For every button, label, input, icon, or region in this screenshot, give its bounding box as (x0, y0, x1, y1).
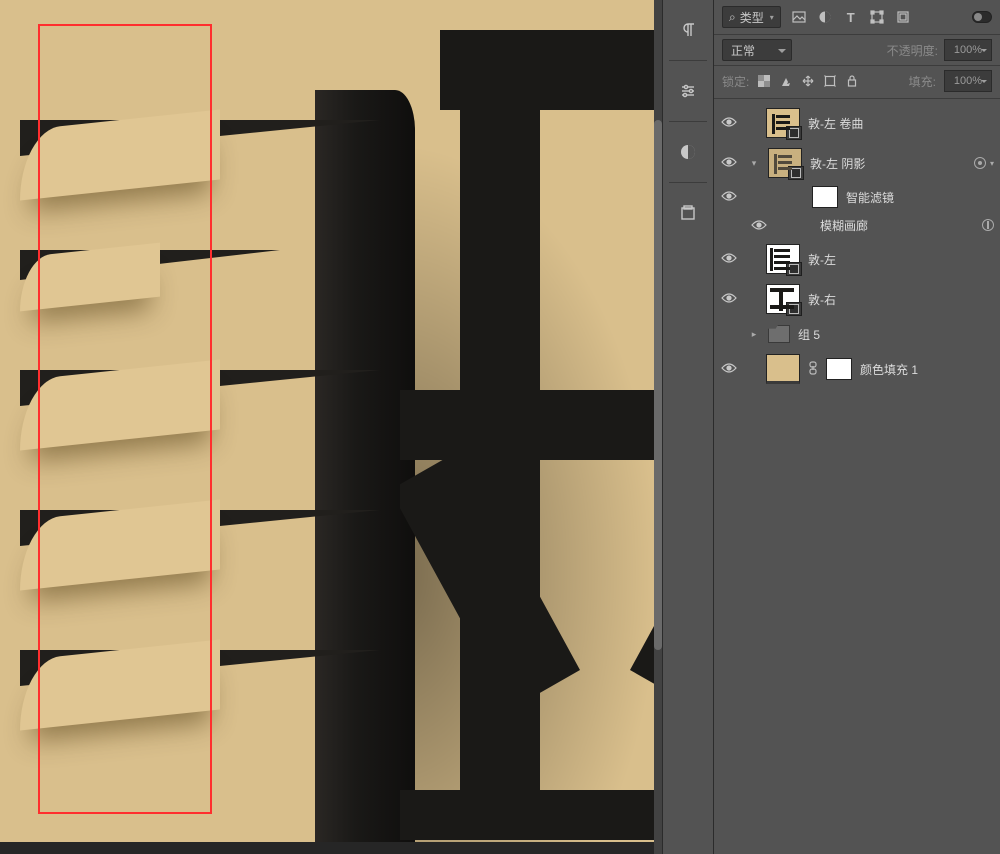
layer-name[interactable]: 敦-左 卷曲 (808, 115, 994, 132)
layer-row[interactable]: ▾ 敦-左 阴影 ▾ (714, 143, 1000, 183)
chevron-down-icon[interactable]: ▾ (990, 159, 994, 168)
layer-thumbnail[interactable] (766, 108, 800, 138)
layer-filter-type-select[interactable]: ⌕ 类型 ▾ (722, 6, 781, 28)
layer-row[interactable]: 敦-左 (714, 239, 1000, 279)
smartobject-badge-icon (786, 262, 802, 276)
filter-name[interactable]: 模糊画廊 (820, 217, 974, 234)
layer-thumbnail[interactable] (766, 284, 800, 314)
filter-blend-options-icon[interactable] (982, 219, 994, 231)
fill-label: 填充: (909, 73, 936, 90)
smartobject-badge-icon (786, 126, 802, 140)
link-icon[interactable] (808, 361, 818, 378)
artboard[interactable] (0, 0, 662, 842)
smart-filters-label: 智能滤镜 (846, 189, 994, 206)
visibility-toggle[interactable] (718, 189, 740, 205)
visibility-toggle[interactable] (718, 361, 740, 377)
collapsed-panel-strip (662, 0, 714, 854)
layers-panel: ⌕ 类型 ▾ T 正常 不透明度: 100% (714, 0, 1000, 854)
lock-image-icon[interactable] (779, 74, 793, 88)
adjustments-panel-icon[interactable] (668, 71, 708, 111)
smartobject-badge-icon (788, 166, 804, 180)
lock-transparency-icon[interactable] (757, 74, 771, 88)
visibility-toggle[interactable] (718, 291, 740, 307)
search-icon: ⌕ (729, 10, 736, 25)
layer-row[interactable]: 敦-左 卷曲 (714, 103, 1000, 143)
visibility-toggle[interactable] (748, 219, 770, 231)
shape-filter-icon[interactable] (869, 9, 885, 25)
canvas-scrollbar-thumb[interactable] (654, 120, 662, 650)
fill-layer-thumbnail[interactable] (766, 354, 800, 384)
visibility-toggle[interactable] (718, 155, 740, 171)
glyph-right-svg (400, 30, 662, 840)
folder-icon (768, 325, 790, 343)
smartobject-badge-icon (786, 302, 802, 316)
filter-toggle-switch[interactable] (972, 11, 992, 23)
lock-artboard-icon[interactable] (823, 74, 837, 88)
fill-input[interactable]: 100% (944, 70, 992, 92)
opacity-label: 不透明度: (887, 42, 938, 59)
text-filter-icon[interactable]: T (843, 9, 859, 25)
layer-thumbnail[interactable] (766, 244, 800, 274)
toolstrip-divider (669, 121, 707, 122)
image-filter-icon[interactable] (791, 9, 807, 25)
toolstrip-divider (669, 182, 707, 183)
blend-mode-value: 正常 (731, 42, 755, 59)
visibility-toggle[interactable] (718, 115, 740, 131)
smartobject-filter-icon[interactable] (895, 9, 911, 25)
expand-toggle[interactable]: ▾ (748, 158, 760, 169)
libraries-panel-icon[interactable] (668, 193, 708, 233)
layer-mask-thumbnail[interactable] (826, 358, 852, 380)
layer-name[interactable]: 敦-右 (808, 291, 994, 308)
layer-name[interactable]: 组 5 (798, 326, 994, 343)
layer-name[interactable]: 颜色填充 1 (860, 361, 994, 378)
expand-toggle[interactable]: ▸ (748, 329, 760, 340)
artboard-edge (0, 842, 662, 854)
toolstrip-divider (669, 60, 707, 61)
layer-effects-icon[interactable] (974, 157, 986, 169)
glyph-left (20, 60, 380, 800)
lock-fill-row: 锁定: 填充: 100% (714, 66, 1000, 99)
layers-list: 敦-左 卷曲 ▾ 敦-左 阴影 ▾ 智能滤镜 (714, 99, 1000, 854)
layer-thumbnail[interactable] (768, 148, 802, 178)
blend-opacity-row: 正常 不透明度: 100% (714, 35, 1000, 66)
blend-mode-select[interactable]: 正常 (722, 39, 792, 61)
filter-item-row[interactable]: 模糊画廊 (714, 211, 1000, 239)
canvas-scrollbar-track[interactable] (654, 0, 662, 854)
filter-mask-thumbnail[interactable] (812, 186, 838, 208)
smart-filters-row[interactable]: 智能滤镜 (714, 183, 1000, 211)
layer-filter-bar: ⌕ 类型 ▾ T (714, 0, 1000, 35)
layer-group-row[interactable]: ▸ 组 5 (714, 319, 1000, 349)
layer-name[interactable]: 敦-左 阴影 (810, 155, 966, 172)
fill-value: 100% (954, 75, 982, 87)
layer-row[interactable]: 颜色填充 1 (714, 349, 1000, 389)
filter-type-label: 类型 (740, 9, 764, 26)
paragraph-panel-icon[interactable] (668, 10, 708, 50)
glyph-right (400, 30, 662, 840)
adjustment-filter-icon[interactable] (817, 9, 833, 25)
visibility-toggle[interactable] (718, 251, 740, 267)
lock-label: 锁定: (722, 73, 749, 90)
opacity-input[interactable]: 100% (944, 39, 992, 61)
layer-row[interactable]: 敦-右 (714, 279, 1000, 319)
layer-name[interactable]: 敦-左 (808, 251, 994, 268)
contrast-panel-icon[interactable] (668, 132, 708, 172)
layer-filter-icons: T (791, 9, 911, 25)
chevron-down-icon: ▾ (770, 13, 774, 22)
lock-all-icon[interactable] (845, 74, 859, 88)
canvas-area[interactable] (0, 0, 662, 854)
lock-position-icon[interactable] (801, 74, 815, 88)
opacity-value: 100% (954, 44, 982, 56)
